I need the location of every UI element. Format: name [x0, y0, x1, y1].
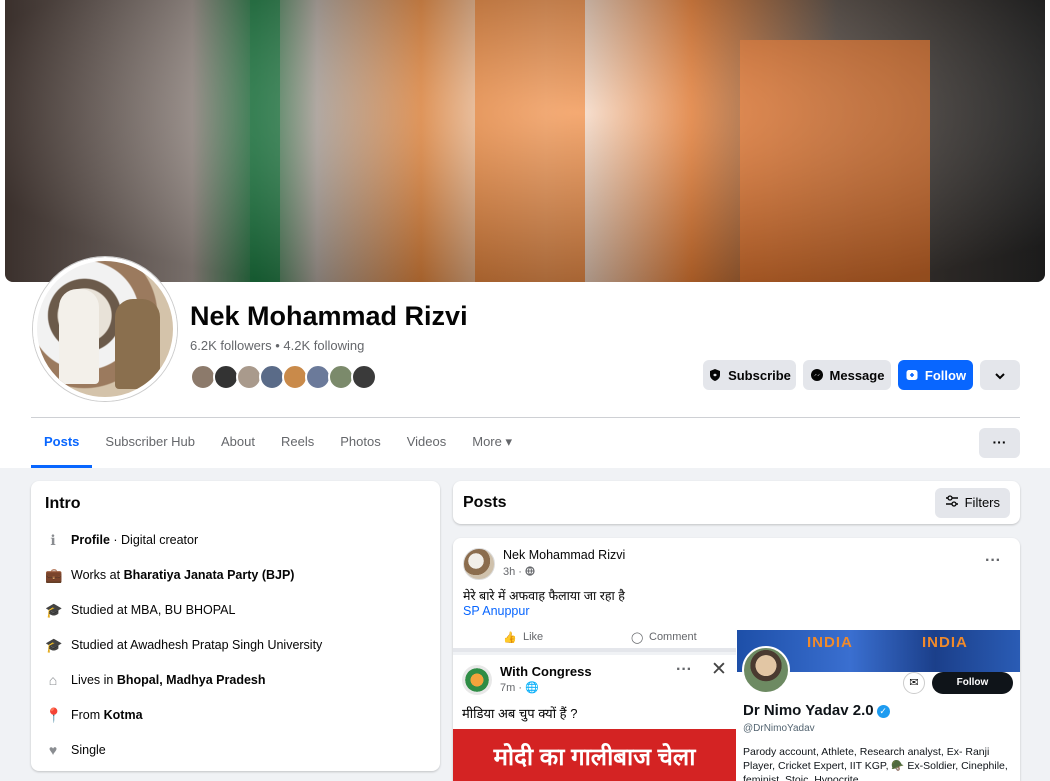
intro-row-text: Profile · Digital creator — [71, 532, 199, 547]
profile-tabs: Posts Subscriber Hub About Reels Photos Video… — [31, 420, 525, 468]
twitter-name: Dr Nimo Yadav 2.0 ✓ — [743, 702, 890, 719]
intro-row-link[interactable]: Kotma — [104, 708, 143, 722]
briefcase-icon: 💼 — [45, 566, 63, 583]
twitter-follow-button: Follow — [932, 672, 1013, 694]
shield-icon — [708, 368, 722, 382]
intro-row-link[interactable]: Bhopal, Madhya Pradesh — [117, 673, 266, 687]
filters-button[interactable]: Filters — [934, 487, 1010, 518]
globe-icon — [525, 566, 535, 578]
info-icon: ℹ — [50, 531, 56, 548]
like-label: Like — [523, 631, 544, 643]
banner-text: INDIA — [807, 634, 853, 651]
intro-row: ⌂ Lives in Bhopal, Madhya Pradesh — [45, 662, 426, 697]
profile-options-dropdown[interactable] — [980, 360, 1020, 390]
post-card: Nek Mohammad Rizvi 3h · ··· मेरे बारे मे… — [453, 538, 1020, 781]
post-image-right[interactable]: INDIA INDIA ✉ Follow Dr Nimo Yadav 2.0 ✓ … — [737, 630, 1020, 781]
tab-about[interactable]: About — [208, 420, 268, 468]
intro-row-link[interactable]: Bharatiya Janata Party (BJP) — [124, 568, 295, 582]
intro-row-text: Lives in Bhopal, Madhya Pradesh — [71, 672, 266, 687]
shared-post-text: मीडिया अब चुप क्यों हैं ? — [462, 706, 578, 721]
shared-page-name: With Congress — [500, 664, 592, 679]
shared-page-avatar — [462, 665, 492, 695]
intro-row-text: From Kotma — [71, 707, 143, 722]
posts-header: Posts Filters — [453, 481, 1020, 524]
messenger-icon — [810, 368, 824, 382]
intro-row: ♥ Single — [45, 732, 426, 767]
subscribe-button[interactable]: Subscribe — [703, 360, 796, 390]
profile-picture[interactable] — [33, 257, 177, 401]
heart-icon: ♥ — [48, 741, 58, 758]
tab-reels[interactable]: Reels — [268, 420, 327, 468]
tab-videos[interactable]: Videos — [394, 420, 460, 468]
shared-post-banner: मोदी का गालीबाज चेला — [453, 729, 736, 781]
intro-row-text: Single — [71, 742, 106, 757]
chevron-down-icon — [994, 368, 1006, 383]
shared-post-card: With Congress 7m · 🌐 ··· ✕ मीडिया अब चुप… — [453, 655, 736, 781]
close-icon: ✕ — [711, 659, 727, 680]
graduation-cap-icon: 🎓 — [45, 636, 63, 653]
tabs-more-options-button[interactable]: ··· — [979, 428, 1020, 458]
intro-row: 🎓 Studied at MBA, BU BHOPAL — [45, 592, 426, 627]
posts-title: Posts — [463, 493, 507, 511]
tab-posts[interactable]: Posts — [31, 420, 93, 468]
twitter-avatar — [742, 646, 790, 694]
intro-title: Intro — [45, 495, 81, 512]
intro-row-text: Works at Bharatiya Janata Party (BJP) — [71, 567, 295, 582]
location-pin-icon: 📍 — [45, 706, 63, 723]
follow-button[interactable]: Follow — [898, 360, 973, 390]
filter-sliders-icon — [945, 495, 959, 510]
post-timestamp[interactable]: 3h · — [503, 566, 535, 578]
intro-row: 🎓 Studied at Awadhesh Pratap Singh Univer… — [45, 627, 426, 662]
shared-options-icon: ··· — [676, 661, 692, 678]
tab-photos[interactable]: Photos — [327, 420, 393, 468]
banner-text: INDIA — [922, 634, 968, 651]
intro-row: 💼 Works at Bharatiya Janata Party (BJP) — [45, 557, 426, 592]
post-options-button[interactable]: ··· — [985, 552, 1001, 570]
comment-label: Comment — [649, 631, 697, 643]
intro-row-link[interactable]: Profile — [71, 533, 110, 547]
intro-row: ℹ Profile · Digital creator — [45, 522, 426, 557]
tab-subscriber-hub[interactable]: Subscriber Hub — [92, 420, 208, 468]
verified-badge-icon: ✓ — [876, 704, 890, 718]
follower-stats[interactable]: 6.2K followers • 4.2K following — [190, 338, 364, 353]
graduation-cap-icon: 🎓 — [45, 601, 63, 618]
mail-icon: ✉ — [903, 672, 925, 694]
home-icon: ⌂ — [48, 671, 58, 688]
profile-name: Nek Mohammad Rizvi — [190, 301, 468, 331]
intro-row-text: Studied at MBA, BU BHOPAL — [71, 602, 236, 617]
post-author-avatar[interactable] — [463, 548, 495, 580]
globe-icon: 🌐 — [525, 682, 539, 694]
intro-row: 📍 From Kotma — [45, 697, 426, 732]
twitter-handle: @DrNimoYadav — [743, 723, 815, 734]
post-author-name[interactable]: Nek Mohammad Rizvi — [503, 548, 625, 562]
avatar[interactable] — [351, 364, 377, 390]
follow-icon — [905, 368, 919, 382]
tab-more[interactable]: More ▾ — [459, 420, 525, 468]
post-text: मेरे बारे में अफवाह फैलाया जा रहा है — [463, 589, 625, 603]
cover-photo[interactable] — [5, 0, 1045, 282]
intro-row-text: Studied at Awadhesh Pratap Singh Univers… — [71, 637, 323, 652]
thumbs-up-icon: 👍 — [503, 632, 517, 644]
intro-card: Intro ℹ Profile · Digital creator 💼 Works a… — [31, 481, 440, 771]
post-image-left[interactable]: 👍 Like ◯ Comment With Congress 7m · 🌐 ··… — [453, 630, 736, 781]
comment-icon: ◯ — [631, 632, 644, 644]
message-button[interactable]: Message — [803, 360, 891, 390]
header-divider — [31, 417, 1020, 418]
post-mention-link[interactable]: SP Anuppur — [463, 604, 530, 618]
shared-like-comment-row: 👍 Like ◯ Comment — [453, 630, 736, 652]
shared-post-time: 7m · 🌐 — [500, 682, 539, 694]
twitter-bio: Parody account, Athlete, Research analys… — [743, 746, 1008, 781]
